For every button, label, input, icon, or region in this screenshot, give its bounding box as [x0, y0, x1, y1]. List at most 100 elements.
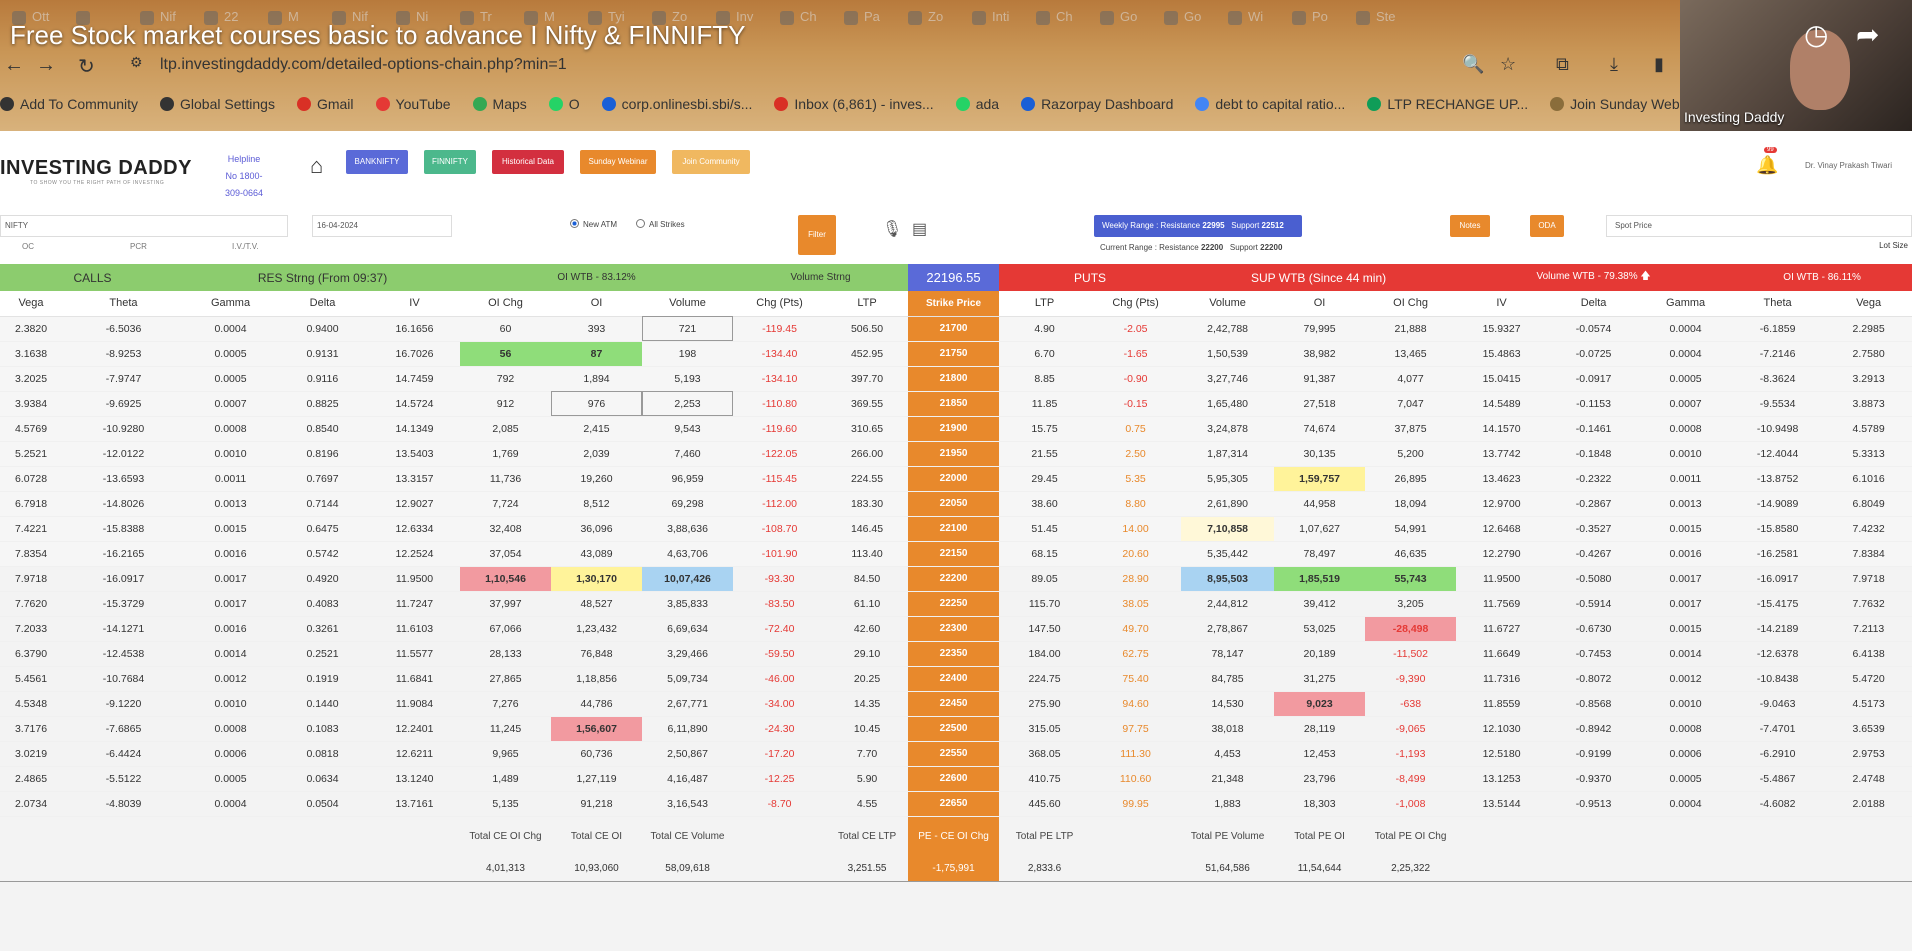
user-name[interactable]: Dr. Vinay Prakash Tiwari: [1805, 161, 1892, 170]
table-cell: 0.9116: [276, 366, 369, 392]
expiry-date-input[interactable]: 16-04-2024: [312, 215, 452, 237]
site-info-icon[interactable]: ⚙: [130, 54, 143, 71]
column-header[interactable]: Vega: [0, 291, 62, 317]
table-cell: 14,530: [1181, 691, 1275, 717]
table-cell: 0.75: [1090, 416, 1182, 442]
totals-value-row: 4,01,313 10,93,060 58,09,618 3,251.55 -1…: [0, 856, 1912, 882]
bookmark-item[interactable]: corp.onlinesbi.sbi/s...: [601, 96, 752, 112]
column-header[interactable]: Gamma: [1640, 291, 1732, 317]
table-cell: 1,489: [460, 766, 551, 792]
tab-favicon-icon: [1292, 10, 1306, 25]
star-icon[interactable]: ☆: [1500, 54, 1516, 75]
browser-tab[interactable]: Po: [1280, 0, 1344, 34]
column-header[interactable]: LTP: [999, 291, 1091, 317]
table-cell: 7,047: [1365, 391, 1457, 417]
browser-tab[interactable]: Wi: [1216, 0, 1280, 34]
column-header[interactable]: Vega: [1824, 291, 1912, 317]
browser-tab[interactable]: Ch: [1024, 0, 1088, 34]
extensions-icon[interactable]: ⧉: [1556, 54, 1569, 75]
spot-price-input[interactable]: Spot Price: [1606, 215, 1912, 237]
column-header[interactable]: OI Chg: [460, 291, 551, 317]
oda-button[interactable]: ODA: [1530, 215, 1564, 237]
filter-button[interactable]: Filter: [798, 215, 836, 255]
column-header[interactable]: Volume: [1181, 291, 1275, 317]
new-atm-radio[interactable]: New ATM: [570, 219, 617, 229]
join-community-button[interactable]: Join Community: [672, 150, 750, 174]
download-icon[interactable]: ⤓: [1610, 54, 1618, 75]
share-icon[interactable]: ➦: [1856, 18, 1879, 51]
bookmark-item[interactable]: Add To Community: [0, 96, 138, 112]
iv-tv-label[interactable]: I.V./T.V.: [232, 242, 259, 251]
bookmark-item[interactable]: debt to capital ratio...: [1195, 96, 1345, 112]
bookmark-item[interactable]: Inbox (6,861) - inves...: [774, 96, 934, 112]
notes-sheet-icon[interactable]: ▤: [912, 219, 927, 239]
table-cell: 3,29,466: [642, 641, 734, 667]
table-cell: 0.0008: [1640, 416, 1732, 442]
table-cell: 28,119: [1274, 716, 1366, 742]
sidebar-icon[interactable]: ▮: [1654, 54, 1664, 75]
browser-tab[interactable]: Inti: [960, 0, 1024, 34]
banknifty-button[interactable]: BANKNIFTY: [346, 150, 408, 174]
column-header[interactable]: Gamma: [185, 291, 276, 317]
column-header[interactable]: OI Chg: [1365, 291, 1457, 317]
browser-chrome: Ott Nif 22 M Nif Ni Tr M Tyi Zo Inv Ch Pa Zo Inti Ch Go G…: [0, 0, 1912, 131]
bookmark-item[interactable]: Maps: [472, 96, 527, 112]
home-icon[interactable]: ⌂: [310, 153, 323, 179]
column-header[interactable]: OI: [1274, 291, 1366, 317]
microphone-icon[interactable]: 🎙: [882, 219, 902, 239]
column-header[interactable]: IV: [1456, 291, 1548, 317]
column-header[interactable]: Delta: [276, 291, 369, 317]
column-header[interactable]: Theta: [62, 291, 185, 317]
bookmark-item[interactable]: LTP RECHANGE UP...: [1367, 96, 1528, 112]
table-cell: -46.00: [733, 666, 827, 692]
reload-icon[interactable]: ↻: [78, 54, 95, 79]
strike-price-cell: 22000: [908, 466, 1000, 492]
watch-later-icon[interactable]: ◷: [1804, 18, 1828, 51]
forward-icon[interactable]: →: [36, 54, 56, 77]
table-cell: 3.9384: [0, 391, 62, 417]
symbol-select[interactable]: NIFTY: [0, 215, 288, 237]
browser-tab[interactable]: Ch: [768, 0, 832, 34]
site-logo[interactable]: INVESTING DADDY TO SHOW YOU THE RIGHT PAT…: [0, 157, 192, 186]
notes-button[interactable]: Notes: [1450, 215, 1490, 237]
zoom-icon[interactable]: 🔍: [1462, 54, 1484, 75]
bell-icon[interactable]: 🔔: [1756, 155, 1778, 176]
column-header[interactable]: LTP: [826, 291, 909, 317]
table-cell: 15.75: [999, 416, 1091, 442]
bookmark-item[interactable]: O: [548, 96, 580, 112]
column-header[interactable]: Chg (Pts): [1090, 291, 1182, 317]
oc-label[interactable]: OC: [22, 242, 34, 251]
table-cell: 11.6103: [369, 616, 460, 642]
table-cell: 2,253: [642, 391, 734, 417]
bookmark-item[interactable]: Global Settings: [160, 96, 275, 112]
column-header[interactable]: Strike Price: [908, 291, 1000, 317]
table-cell: 976: [551, 391, 642, 417]
sunday-webinar-button[interactable]: Sunday Webinar: [580, 150, 656, 174]
column-header[interactable]: Volume: [642, 291, 734, 317]
table-cell: 75.40: [1090, 666, 1182, 692]
browser-tab[interactable]: Pa: [832, 0, 896, 34]
column-header[interactable]: Theta: [1731, 291, 1825, 317]
table-cell: 11.9500: [1456, 565, 1548, 592]
browser-tab[interactable]: Zo: [896, 0, 960, 34]
all-strikes-radio[interactable]: All Strikes: [636, 219, 685, 229]
table-cell: 7.4221: [0, 516, 62, 542]
bookmark-item[interactable]: YouTube: [375, 96, 451, 112]
bookmark-item[interactable]: ada: [955, 96, 999, 112]
finnifty-button[interactable]: FINNIFTY: [424, 150, 476, 174]
table-cell: 506.50: [826, 316, 909, 342]
column-header[interactable]: IV: [369, 291, 460, 317]
back-icon[interactable]: ←: [4, 54, 24, 77]
bookmark-item[interactable]: Razorpay Dashboard: [1021, 96, 1173, 112]
table-cell: 11.6727: [1456, 616, 1548, 642]
historical-data-button[interactable]: Historical Data: [492, 150, 564, 174]
column-header[interactable]: Delta: [1547, 291, 1641, 317]
bookmark-item[interactable]: Gmail: [296, 96, 354, 112]
browser-tab[interactable]: Ste: [1344, 0, 1408, 34]
address-bar[interactable]: ltp.investingdaddy.com/detailed-options-…: [160, 56, 567, 74]
browser-tab[interactable]: Go: [1088, 0, 1152, 34]
pcr-label[interactable]: PCR: [130, 242, 147, 251]
column-header[interactable]: OI: [551, 291, 642, 317]
browser-tab[interactable]: Go: [1152, 0, 1216, 34]
column-header[interactable]: Chg (Pts): [733, 291, 827, 317]
